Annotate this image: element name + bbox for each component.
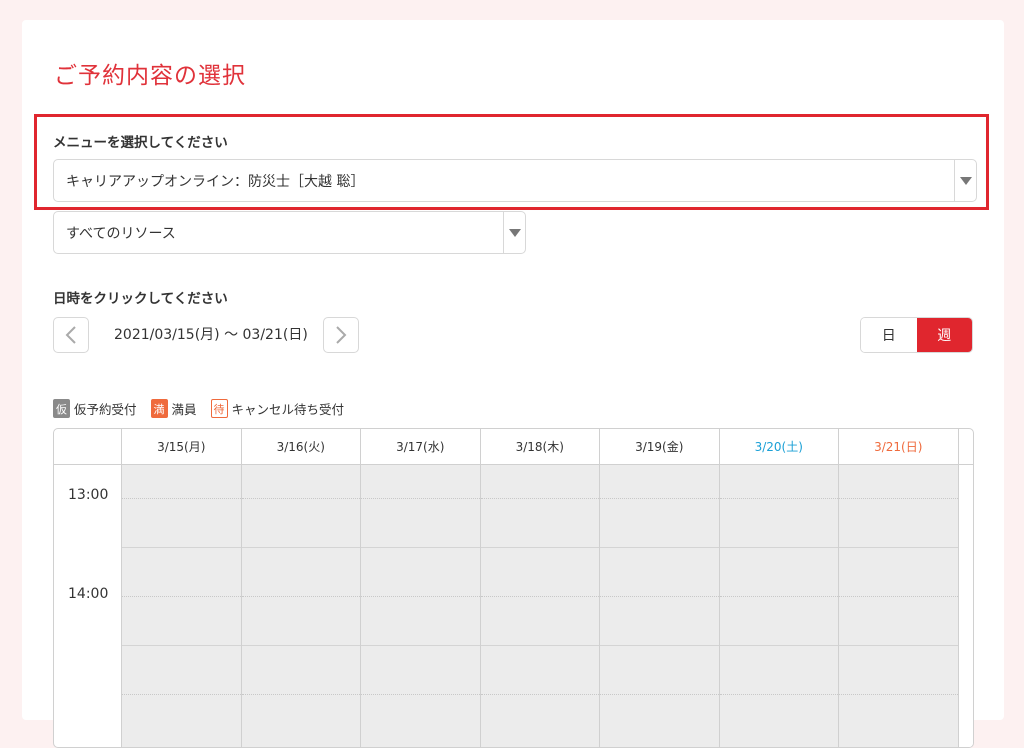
day-column[interactable]: [600, 465, 720, 747]
caret-down-icon[interactable]: [503, 212, 525, 253]
calendar-header: 3/15(月) 3/16(火) 3/17(水) 3/18(木) 3/19(金) …: [54, 429, 973, 465]
slot-divider: [719, 645, 838, 646]
slot-divider: [241, 694, 360, 695]
day-header-fri: 3/19(金): [600, 429, 720, 464]
slot-divider: [600, 596, 719, 597]
legend: 仮 仮予約受付 満 満員 待 キャンセル待ち受付: [53, 399, 358, 418]
view-toggle: 日 週: [860, 317, 973, 353]
slot-divider: [122, 596, 241, 597]
datetime-label: 日時をクリックしてください: [53, 291, 228, 307]
slot-divider: [719, 498, 838, 499]
day-column[interactable]: [241, 465, 361, 747]
full-badge: 満: [150, 399, 168, 418]
day-column[interactable]: [122, 465, 242, 747]
slot-divider: [719, 547, 838, 548]
reservation-card: ご予約内容の選択 メニューを選択してください キャリアアップオンライン：防災士［…: [22, 20, 1004, 748]
slot-divider: [122, 694, 241, 695]
slot-divider: [480, 596, 599, 597]
day-column[interactable]: [480, 465, 600, 747]
menu-select[interactable]: キャリアアップオンライン：防災士［大越 聡］: [53, 159, 977, 202]
slot-divider: [241, 645, 360, 646]
resource-select[interactable]: すべてのリソース: [53, 211, 526, 254]
slot-divider: [600, 547, 719, 548]
resource-select-value: すべてのリソース: [66, 225, 176, 242]
legend-item-full: 満 満員: [150, 399, 197, 418]
legend-text: 満員: [171, 402, 197, 417]
slot-divider: [361, 645, 480, 646]
caret-down-icon[interactable]: [954, 160, 976, 201]
menu-label: メニューを選択してください: [53, 135, 228, 151]
chevron-right-icon: [336, 326, 347, 344]
next-week-button[interactable]: [323, 317, 359, 353]
prev-week-button[interactable]: [53, 317, 89, 353]
legend-item-provisional: 仮 仮予約受付: [53, 399, 137, 418]
slot-divider: [122, 498, 241, 499]
slot-divider: [361, 694, 480, 695]
slot-divider: [839, 498, 958, 499]
scrollbar-gutter: [958, 465, 973, 747]
day-header-wed: 3/17(水): [361, 429, 481, 464]
slot-divider: [122, 547, 241, 548]
page-title: ご予約内容の選択: [54, 63, 246, 89]
slot-divider: [241, 547, 360, 548]
provisional-badge: 仮: [53, 399, 70, 418]
calendar-body: 13:00 14:00: [54, 465, 973, 747]
legend-item-waitlist: 待 キャンセル待ち受付: [210, 399, 345, 418]
slot-divider: [600, 645, 719, 646]
slot-divider: [839, 645, 958, 646]
slot-divider: [839, 547, 958, 548]
day-header-sun: 3/21(日): [839, 429, 959, 464]
slot-divider: [719, 694, 838, 695]
slot-divider: [361, 596, 480, 597]
day-view-button[interactable]: 日: [861, 318, 917, 352]
day-header-mon: 3/15(月): [122, 429, 242, 464]
day-column[interactable]: [361, 465, 481, 747]
slot-divider: [839, 596, 958, 597]
slot-divider: [839, 694, 958, 695]
day-header-sat: 3/20(土): [720, 429, 839, 464]
day-header-thu: 3/18(木): [481, 429, 600, 464]
chevron-left-icon: [65, 326, 76, 344]
slot-divider: [361, 498, 480, 499]
legend-text: 仮予約受付: [74, 402, 137, 417]
date-range: 2021/03/15(月) 〜 03/21(日): [114, 327, 308, 343]
day-column[interactable]: [719, 465, 839, 747]
slot-divider: [480, 498, 599, 499]
legend-text: キャンセル待ち受付: [231, 402, 345, 417]
slot-divider: [361, 547, 480, 548]
week-calendar: 3/15(月) 3/16(火) 3/17(水) 3/18(木) 3/19(金) …: [53, 428, 974, 748]
slot-divider: [600, 498, 719, 499]
slot-divider: [600, 694, 719, 695]
slot-divider: [241, 498, 360, 499]
slot-divider: [241, 596, 360, 597]
week-view-button[interactable]: 週: [916, 318, 972, 352]
waitlist-badge: 待: [210, 399, 228, 418]
day-column[interactable]: [839, 465, 959, 747]
time-column-header: [54, 429, 122, 464]
slot-divider: [480, 645, 599, 646]
day-header-tue: 3/16(火): [242, 429, 361, 464]
time-label: 13:00: [68, 487, 109, 503]
slot-divider: [122, 645, 241, 646]
menu-select-value: キャリアアップオンライン：防災士［大越 聡］: [66, 173, 365, 190]
time-column: 13:00 14:00: [54, 465, 122, 747]
slot-divider: [480, 547, 599, 548]
slot-divider: [480, 694, 599, 695]
slot-divider: [719, 596, 838, 597]
time-label: 14:00: [68, 586, 109, 602]
